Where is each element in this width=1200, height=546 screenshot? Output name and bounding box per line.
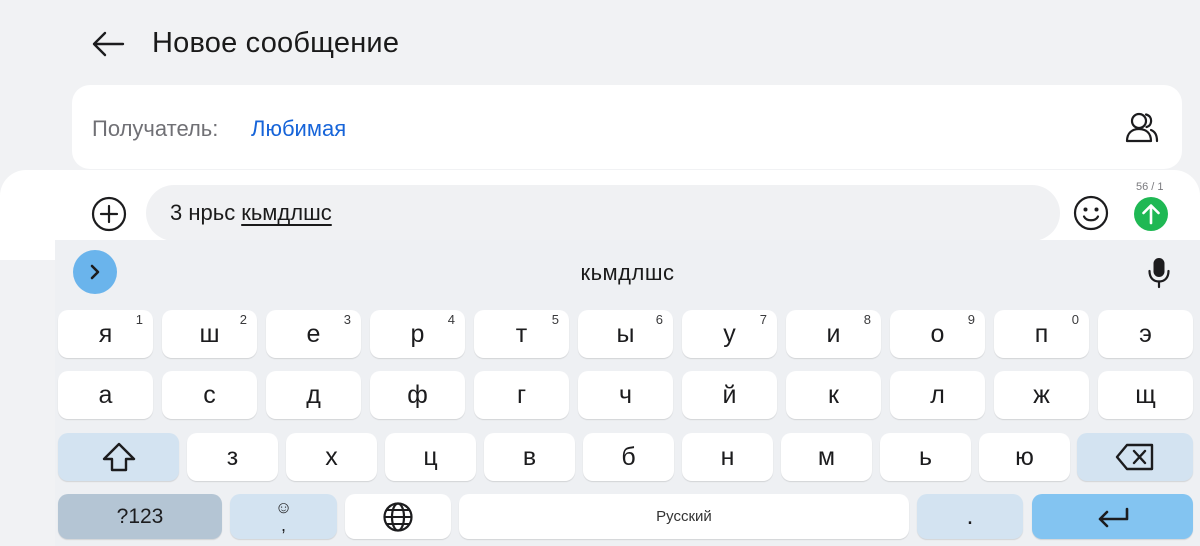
shift-key[interactable]: [58, 433, 179, 481]
enter-key[interactable]: [1032, 494, 1193, 539]
back-button[interactable]: [86, 22, 130, 66]
key[interactable]: у7: [682, 310, 777, 358]
key[interactable]: э: [1098, 310, 1193, 358]
backspace-key[interactable]: [1077, 433, 1193, 481]
header: Новое сообщение: [0, 0, 1200, 86]
microphone-icon: [1148, 258, 1170, 289]
key[interactable]: ш2: [162, 310, 257, 358]
key[interactable]: л: [890, 371, 985, 419]
key[interactable]: н: [682, 433, 773, 481]
language-key[interactable]: [345, 494, 451, 539]
key[interactable]: ы6: [578, 310, 673, 358]
key[interactable]: ф: [370, 371, 465, 419]
key[interactable]: д: [266, 371, 361, 419]
key[interactable]: м: [781, 433, 872, 481]
emoji-comma-key[interactable]: ☺ ,: [230, 494, 337, 539]
key[interactable]: ц: [385, 433, 476, 481]
key[interactable]: с: [162, 371, 257, 419]
key[interactable]: к: [786, 371, 881, 419]
key[interactable]: я1: [58, 310, 153, 358]
period-key[interactable]: .: [917, 494, 1023, 539]
arrow-left-icon: [92, 31, 125, 57]
smiley-icon: [1073, 195, 1109, 231]
message-text: 3 нрьс: [170, 200, 236, 225]
key[interactable]: б: [583, 433, 674, 481]
message-composing-word: кьмдлшс: [241, 200, 332, 225]
key[interactable]: а: [58, 371, 153, 419]
key[interactable]: з: [187, 433, 278, 481]
suggestion-bar: кьмдлшс: [55, 240, 1200, 302]
attach-button[interactable]: [89, 194, 129, 234]
key[interactable]: т5: [474, 310, 569, 358]
arrow-up-icon: [1142, 204, 1160, 225]
key[interactable]: щ: [1098, 371, 1193, 419]
contacts-button[interactable]: [1122, 107, 1162, 147]
comma-label: ,: [280, 515, 286, 535]
space-key[interactable]: Русский: [459, 494, 909, 539]
voice-input-button[interactable]: [1143, 255, 1175, 291]
key[interactable]: х: [286, 433, 377, 481]
key[interactable]: и8: [786, 310, 881, 358]
emoji-key-icon: ☺: [274, 498, 293, 517]
enter-arrow-icon: [1098, 507, 1128, 527]
character-counter: 56 / 1: [1136, 181, 1164, 193]
key[interactable]: ю: [979, 433, 1070, 481]
keyboard: кьмдлшс я1 ш2 е3 р4 т5 ы6 у7 и8 о9 п0 э …: [55, 240, 1200, 546]
key[interactable]: ь: [880, 433, 971, 481]
key[interactable]: е3: [266, 310, 361, 358]
key[interactable]: г: [474, 371, 569, 419]
key[interactable]: ч: [578, 371, 673, 419]
emoji-button[interactable]: [1071, 193, 1111, 233]
key[interactable]: в: [484, 433, 575, 481]
symbols-key[interactable]: ?123: [58, 494, 222, 539]
plus-circle-icon: [91, 196, 127, 232]
contacts-icon: [1125, 112, 1159, 143]
page-title: Новое сообщение: [152, 27, 400, 59]
recipient-card[interactable]: Получатель: Любимая: [72, 85, 1182, 169]
key[interactable]: ж: [994, 371, 1089, 419]
message-input[interactable]: 3 нрьс кьмдлшс: [146, 185, 1060, 241]
key[interactable]: о9: [890, 310, 985, 358]
key[interactable]: й: [682, 371, 777, 419]
key[interactable]: р4: [370, 310, 465, 358]
send-button[interactable]: [1134, 197, 1168, 231]
backspace-icon: [1115, 443, 1154, 471]
globe-icon: [383, 501, 413, 532]
recipient-label: Получатель:: [92, 116, 219, 141]
word-suggestion[interactable]: кьмдлшс: [55, 260, 1200, 286]
shift-arrow-icon: [102, 442, 135, 472]
recipient-value[interactable]: Любимая: [251, 116, 346, 142]
key[interactable]: п0: [994, 310, 1089, 358]
